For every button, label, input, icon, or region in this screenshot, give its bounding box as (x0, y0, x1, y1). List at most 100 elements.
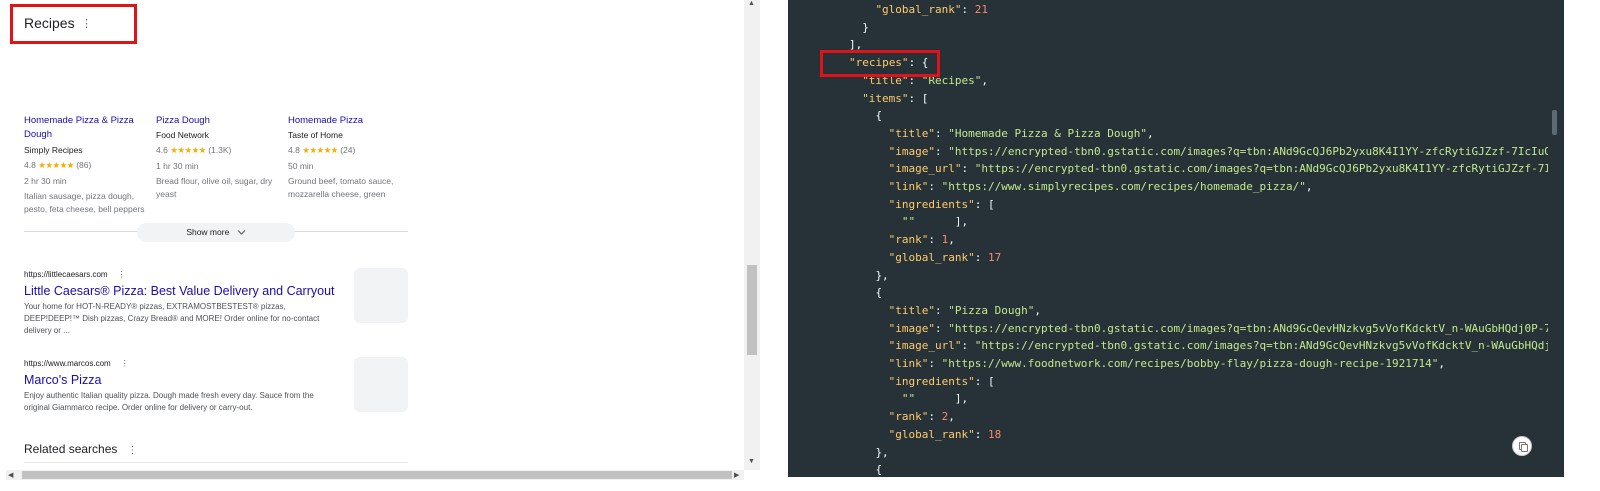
json-string: "https://encrypted-tbn0.gstatic.com/imag… (974, 339, 1564, 353)
json-key: "rank" (888, 410, 929, 424)
json-key: "link" (888, 357, 929, 370)
json-punctuation: : (974, 250, 989, 264)
json-number: 21 (974, 3, 989, 16)
code-line: "global_rank": 17 (889, 249, 1002, 267)
vertical-scrollbar[interactable]: ▲ ▼ (744, 0, 760, 470)
scroll-right-arrow-icon[interactable]: ▶ (734, 471, 739, 479)
json-string: "https://encrypted-tbn0.gstatic.com/imag… (948, 321, 1564, 335)
code-line: { (875, 107, 882, 125)
search-results-content: Recipes ⋮ Homemade Pizza & Pizza Dough Si… (0, 0, 760, 480)
scrollbar-thumb[interactable] (747, 265, 757, 355)
json-key: "image_url" (888, 162, 962, 176)
json-key: "ingredients" (888, 374, 975, 388)
scroll-up-arrow-icon[interactable]: ▲ (748, 0, 755, 7)
show-more-button[interactable]: Show more (137, 223, 295, 242)
json-key: "title" (888, 303, 936, 317)
recipe-title[interactable]: Homemade Pizza & Pizza Dough (24, 114, 152, 142)
scrollbar-thumb[interactable] (22, 471, 732, 479)
scroll-left-arrow-icon[interactable]: ◀ (8, 471, 13, 479)
scroll-down-arrow-icon[interactable]: ▼ (748, 458, 755, 465)
code-line: "image": "https://encrypted-tbn0.gstatic… (889, 320, 1564, 338)
json-punctuation: : (935, 303, 949, 317)
recipe-source: Taste of Home (288, 130, 343, 140)
json-key: "link" (888, 180, 929, 193)
chevron-down-icon (237, 230, 246, 236)
divider (24, 462, 408, 463)
json-string: "https://encrypted-tbn0.gstatic.com/imag… (948, 144, 1564, 158)
json-number: 18 (988, 427, 1002, 441)
json-punctuation: : (935, 126, 949, 140)
recipe-ingredients: Italian sausage, pizza dough, pesto, feta… (24, 191, 145, 214)
json-number: 17 (988, 250, 1002, 264)
code-line: { (875, 284, 882, 302)
json-punctuation: : [ (908, 91, 929, 105)
more-options-icon[interactable]: ⋮ (121, 359, 129, 368)
json-key: "image_url" (888, 339, 962, 353)
result-title-link[interactable]: Marco's Pizza (24, 372, 344, 389)
code-line: "title": "Pizza Dough", (889, 302, 1041, 320)
json-string: "https://encrypted-tbn0.gstatic.com/imag… (974, 162, 1564, 176)
code-line: "link": "https://www.simplyrecipes.com/r… (889, 178, 1313, 196)
more-options-icon[interactable]: ⋮ (127, 445, 137, 456)
json-key: "global_rank" (888, 427, 975, 441)
result-thumbnail[interactable] (354, 357, 408, 412)
json-string: "" (901, 215, 916, 229)
json-punctuation: : (961, 162, 975, 176)
result-snippet: Your home for HOT-N-READY® pizzas, EXTRA… (24, 302, 320, 335)
pane-bottom-edge (788, 477, 1564, 491)
json-string: "Pizza Dough" (948, 303, 1035, 317)
json-punctuation: { (875, 109, 883, 123)
recipe-rating: 4.6 ★★★★★ (1.3K) (156, 145, 232, 155)
json-key: "global_rank" (875, 3, 962, 16)
recipe-card[interactable]: Homemade Pizza Taste of Home 4.8 ★★★★★ (… (288, 114, 416, 201)
code-line: { (875, 461, 882, 477)
json-punctuation: , (1438, 357, 1445, 370)
result-title-link[interactable]: Little Caesars® Pizza: Best Value Delive… (24, 283, 344, 300)
code-line: "rank": 1, (889, 231, 955, 249)
recipe-title[interactable]: Pizza Dough (156, 114, 284, 128)
star-rating-icon: ★★★★★ (38, 160, 74, 170)
recipe-card[interactable]: Homemade Pizza & Pizza Dough Simply Recip… (24, 114, 152, 216)
highlight-box-recipes-key (820, 50, 940, 77)
result-snippet: Enjoy authentic Italian quality pizza. D… (24, 391, 314, 412)
more-options-icon[interactable]: ⋮ (118, 270, 126, 279)
json-key: "image" (888, 321, 936, 335)
json-punctuation: , (1146, 126, 1154, 140)
highlight-box-recipes-title (10, 4, 137, 44)
json-key: "rank" (888, 233, 929, 247)
code-scrollbar[interactable] (1548, 0, 1564, 477)
recipe-rating: 4.8 ★★★★★ (24) (288, 145, 356, 155)
search-result: https://littlecaesars.com ⋮ Little Caesar… (24, 269, 344, 337)
scrollbar-thumb[interactable] (1552, 110, 1557, 135)
code-line: }, (875, 444, 888, 462)
code-line: "link": "https://www.foodnetwork.com/rec… (889, 355, 1445, 373)
json-key: "ingredients" (888, 197, 975, 211)
recipe-time: 2 hr 30 min (24, 176, 67, 186)
code-line: "title": "Homemade Pizza & Pizza Dough", (889, 125, 1154, 143)
star-rating-icon: ★★★★★ (302, 145, 338, 155)
json-punctuation: : (935, 321, 949, 335)
code-line: "image": "https://encrypted-tbn0.gstatic… (889, 143, 1564, 161)
json-punctuation: }, (875, 445, 889, 459)
recipe-source: Simply Recipes (24, 145, 83, 155)
recipe-time: 50 min (288, 161, 314, 171)
recipe-title[interactable]: Homemade Pizza (288, 114, 416, 128)
result-thumbnail[interactable] (354, 268, 408, 323)
json-punctuation: { (875, 463, 883, 477)
json-string: "Homemade Pizza & Pizza Dough" (948, 126, 1147, 140)
json-punctuation: , (981, 73, 989, 87)
code-line: "global_rank": 18 (889, 426, 1002, 444)
code-line: "ingredients": [ (889, 196, 995, 214)
json-key: "title" (888, 126, 936, 140)
copy-button[interactable] (1512, 436, 1532, 456)
show-more-label: Show more (186, 227, 230, 237)
json-punctuation: : (935, 144, 949, 158)
json-key: "image" (888, 144, 936, 158)
recipe-ingredients: Bread flour, olive oil, sugar, dry yeast (156, 176, 273, 199)
code-line: "" ], (902, 390, 968, 408)
horizontal-scrollbar[interactable]: ◀ ▶ (6, 470, 744, 480)
recipe-card[interactable]: Pizza Dough Food Network 4.6 ★★★★★ (1.3K… (156, 114, 284, 201)
json-punctuation: : (974, 427, 989, 441)
recipe-source: Food Network (156, 130, 209, 140)
recipe-ingredients: Ground beef, tomato sauce, mozzarella che… (288, 176, 394, 199)
